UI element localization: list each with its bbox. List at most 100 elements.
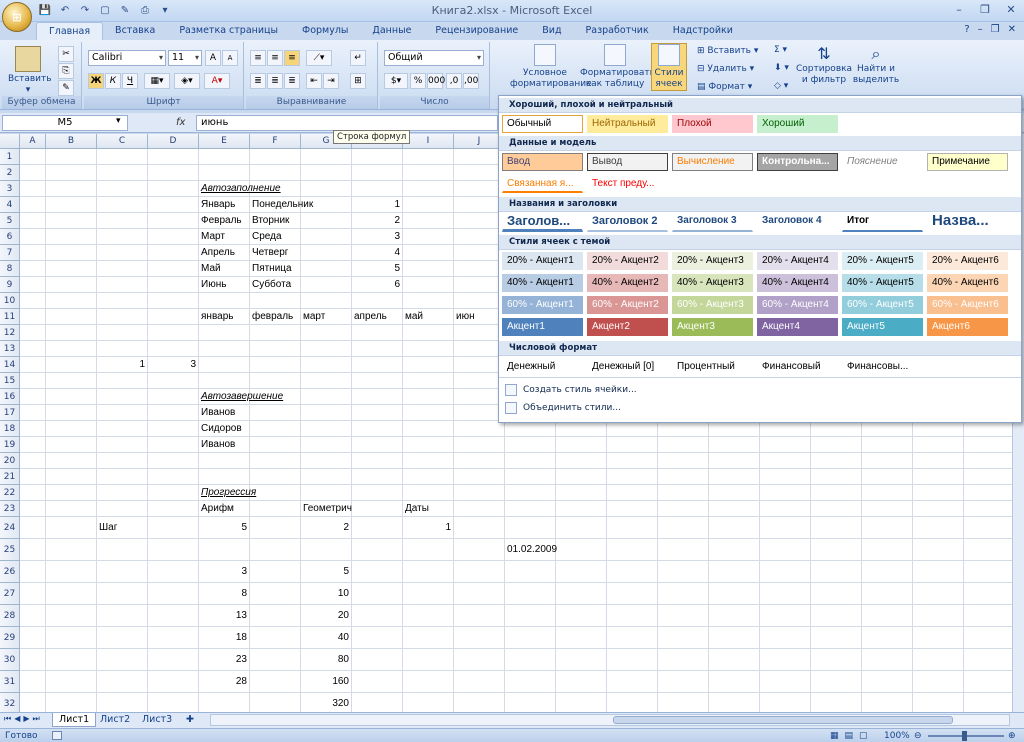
cell-i11[interactable]: май (405, 309, 423, 325)
style-accent-4[interactable]: Акцент5 (842, 318, 923, 336)
cell-e28[interactable]: 13 (199, 605, 247, 627)
cell-i24[interactable]: 1 (403, 517, 451, 539)
cell-e17[interactable]: Иванов (201, 405, 235, 421)
cut-icon[interactable]: ✂ (58, 46, 74, 62)
new-sheet-icon[interactable]: ✚ (180, 713, 200, 727)
tab-data[interactable]: Данные (360, 22, 423, 40)
style-accent-0[interactable]: Акцент1 (502, 318, 583, 336)
style-accent20-5[interactable]: 20% - Акцент6 (927, 252, 1008, 270)
style-title-4[interactable]: Итог (842, 212, 923, 232)
style-title-5[interactable]: Назва... (927, 212, 1008, 232)
zoom-slider-thumb[interactable] (962, 731, 967, 741)
style-accent60-2[interactable]: 60% - Акцент3 (672, 296, 753, 314)
cell-e24[interactable]: 5 (199, 517, 247, 539)
style-accent60-4[interactable]: 60% - Акцент5 (842, 296, 923, 314)
wrap-text-icon[interactable]: ↵ (350, 50, 366, 66)
merge-center-icon[interactable]: ⊞ (350, 73, 366, 89)
cell-h6[interactable]: 3 (352, 229, 400, 245)
style-accent20-3[interactable]: 20% - Акцент4 (757, 252, 838, 270)
insert-function-button[interactable]: fx (176, 115, 194, 131)
style-accent40-4[interactable]: 40% - Акцент5 (842, 274, 923, 292)
cell-e22[interactable]: Прогрессия (201, 485, 256, 501)
tab-page-layout[interactable]: Разметка страницы (167, 22, 290, 40)
help-icon[interactable]: ? (964, 24, 969, 35)
align-bottom-icon[interactable]: ≡ (284, 50, 300, 66)
style-accent60-0[interactable]: 60% - Акцент1 (502, 296, 583, 314)
cell-g31[interactable]: 160 (301, 671, 349, 693)
style-accent20-2[interactable]: 20% - Акцент3 (672, 252, 753, 270)
style-data-4[interactable]: Пояснение (842, 153, 923, 171)
increase-decimal-icon[interactable]: ,0 (446, 73, 462, 89)
cell-e8[interactable]: Май (201, 261, 221, 277)
print-icon[interactable]: ⎙ (138, 4, 152, 18)
create-cell-style-item[interactable]: Создать стиль ячейки... (505, 384, 637, 396)
cell-f8[interactable]: Пятница (252, 261, 292, 277)
decrease-indent-icon[interactable]: ⇤ (306, 73, 322, 89)
style-title-1[interactable]: Заголовок 2 (587, 212, 668, 232)
ribbon-close-icon[interactable]: ✕ (1008, 24, 1016, 35)
style-title-2[interactable]: Заголовок 3 (672, 212, 753, 232)
cell-e19[interactable]: Иванов (201, 437, 235, 453)
tab-view[interactable]: Вид (530, 22, 573, 40)
ribbon-minimize-icon[interactable]: – (978, 24, 983, 35)
style-data-0[interactable]: Ввод (502, 153, 583, 171)
style-linked-cell[interactable]: Связанная я... (502, 175, 583, 193)
cell-g26[interactable]: 5 (301, 561, 349, 583)
style-accent60-3[interactable]: 60% - Акцент4 (757, 296, 838, 314)
style-good-bad-0[interactable]: Обычный (502, 115, 583, 133)
cell-i23[interactable]: Даты (405, 501, 429, 517)
style-title-3[interactable]: Заголовок 4 (757, 212, 838, 232)
style-number-0[interactable]: Денежный (502, 358, 583, 376)
cell-e4[interactable]: Январь (201, 197, 235, 213)
increase-indent-icon[interactable]: ⇥ (323, 73, 339, 89)
tab-home[interactable]: Главная (36, 22, 104, 40)
number-format-combo[interactable]: Общий (384, 50, 484, 66)
tab-review[interactable]: Рецензирование (423, 22, 530, 40)
align-middle-icon[interactable]: ≡ (267, 50, 283, 66)
style-accent-1[interactable]: Акцент2 (587, 318, 668, 336)
align-left-icon[interactable]: ≣ (250, 73, 266, 89)
italic-button[interactable]: К (105, 73, 121, 89)
sort-filter-button[interactable]: ⇅ Сортировка и фильтр (796, 44, 852, 86)
cell-e27[interactable]: 8 (199, 583, 247, 605)
clear-icon[interactable]: ◇ ▾ (774, 81, 788, 92)
cell-h8[interactable]: 5 (352, 261, 400, 277)
horizontal-scroll-thumb[interactable] (613, 716, 953, 724)
cell-e31[interactable]: 28 (199, 671, 247, 693)
comma-style-icon[interactable]: 000 (427, 73, 445, 89)
customize-qat-icon[interactable]: ▾ (158, 4, 172, 18)
cell-e18[interactable]: Сидоров (201, 421, 242, 437)
formula-input[interactable]: июнь (196, 115, 498, 131)
zoom-in-icon[interactable]: ⊕ (1008, 729, 1016, 742)
align-right-icon[interactable]: ≣ (284, 73, 300, 89)
cell-h5[interactable]: 2 (352, 213, 400, 229)
cell-g27[interactable]: 10 (301, 583, 349, 605)
style-number-2[interactable]: Процентный (672, 358, 753, 376)
cell-f11[interactable]: февраль (252, 309, 293, 325)
name-box[interactable]: M5 (2, 115, 128, 131)
cell-f4[interactable]: Понедельник (252, 197, 313, 213)
insert-cells-button[interactable]: ⊞ Вставить ▾ (697, 46, 758, 57)
new-icon[interactable]: ▢ (98, 4, 112, 18)
style-number-3[interactable]: Финансовый (757, 358, 838, 376)
cell-d14[interactable]: 3 (148, 357, 196, 373)
font-color-icon[interactable]: A▾ (204, 73, 230, 89)
cell-g28[interactable]: 20 (301, 605, 349, 627)
style-good-bad-1[interactable]: Нейтральный (587, 115, 668, 133)
style-accent20-0[interactable]: 20% - Акцент1 (502, 252, 583, 270)
tab-addins[interactable]: Надстройки (661, 22, 745, 40)
merge-styles-item[interactable]: Объединить стили... (505, 402, 621, 414)
style-accent40-0[interactable]: 40% - Акцент1 (502, 274, 583, 292)
format-as-table-button[interactable]: Форматировать как таблицу (580, 44, 655, 90)
fill-color-icon[interactable]: ◈▾ (174, 73, 200, 89)
grow-font-icon[interactable]: A (205, 50, 221, 66)
format-cells-button[interactable]: ▤ Формат ▾ (697, 82, 752, 93)
style-accent-5[interactable]: Акцент6 (927, 318, 1008, 336)
bold-button[interactable]: Ж (88, 73, 104, 89)
tab-formulas[interactable]: Формулы (290, 22, 360, 40)
tab-insert[interactable]: Вставка (103, 22, 167, 40)
style-accent60-1[interactable]: 60% - Акцент2 (587, 296, 668, 314)
cell-styles-button[interactable]: Стили ячеек (651, 43, 687, 91)
cell-e9[interactable]: Июнь (201, 277, 226, 293)
redo-icon[interactable]: ↷ (78, 4, 92, 18)
